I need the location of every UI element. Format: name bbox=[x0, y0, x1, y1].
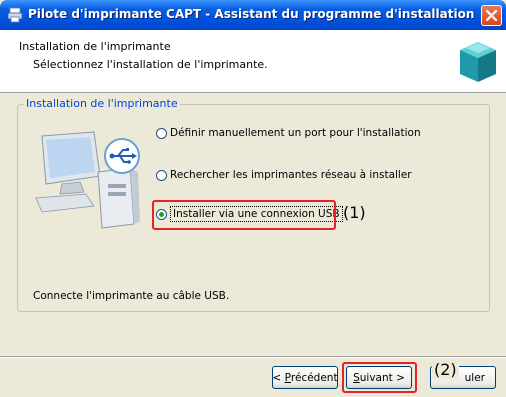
printer-icon bbox=[7, 7, 23, 23]
status-text: Connecte l'imprimante au câble USB. bbox=[33, 290, 230, 302]
cancel-button-label: uler bbox=[464, 371, 485, 384]
printer-box-icon bbox=[460, 42, 496, 82]
callout-one: (1) bbox=[343, 203, 366, 222]
option-network-search[interactable]: Rechercher les imprimantes réseau à inst… bbox=[156, 167, 412, 183]
highlight-next-button bbox=[342, 362, 417, 393]
close-button[interactable] bbox=[481, 5, 502, 26]
window-title: Pilote d'imprimante CAPT - Assistant du … bbox=[28, 7, 475, 21]
groupbox-legend: Installation de l'imprimante bbox=[24, 97, 180, 110]
close-icon bbox=[486, 10, 497, 21]
header-title: Installation de l'imprimante bbox=[19, 40, 171, 53]
radio-network-search[interactable] bbox=[156, 169, 167, 181]
option-manual-port-label: Définir manuellement un port pour l'inst… bbox=[170, 127, 421, 139]
callout-two: (2) bbox=[432, 360, 459, 379]
header-subtitle: Sélectionnez l'installation de l'imprima… bbox=[33, 58, 268, 71]
back-button-rest: récédent bbox=[290, 371, 338, 384]
option-manual-port[interactable]: Définir manuellement un port pour l'inst… bbox=[156, 125, 421, 141]
computer-usb-icon bbox=[35, 131, 140, 229]
header-panel: Installation de l'imprimante Sélectionne… bbox=[0, 30, 506, 93]
installer-window: Pilote d'imprimante CAPT - Assistant du … bbox=[0, 0, 506, 397]
back-button[interactable]: < Précédent bbox=[272, 366, 338, 389]
highlight-usb-option bbox=[152, 200, 336, 230]
option-network-search-label: Rechercher les imprimantes réseau à inst… bbox=[170, 169, 412, 181]
back-button-prefix: < bbox=[272, 371, 285, 384]
radio-manual-port[interactable] bbox=[156, 127, 167, 139]
title-bar[interactable]: Pilote d'imprimante CAPT - Assistant du … bbox=[0, 0, 506, 30]
button-separator bbox=[0, 356, 506, 358]
